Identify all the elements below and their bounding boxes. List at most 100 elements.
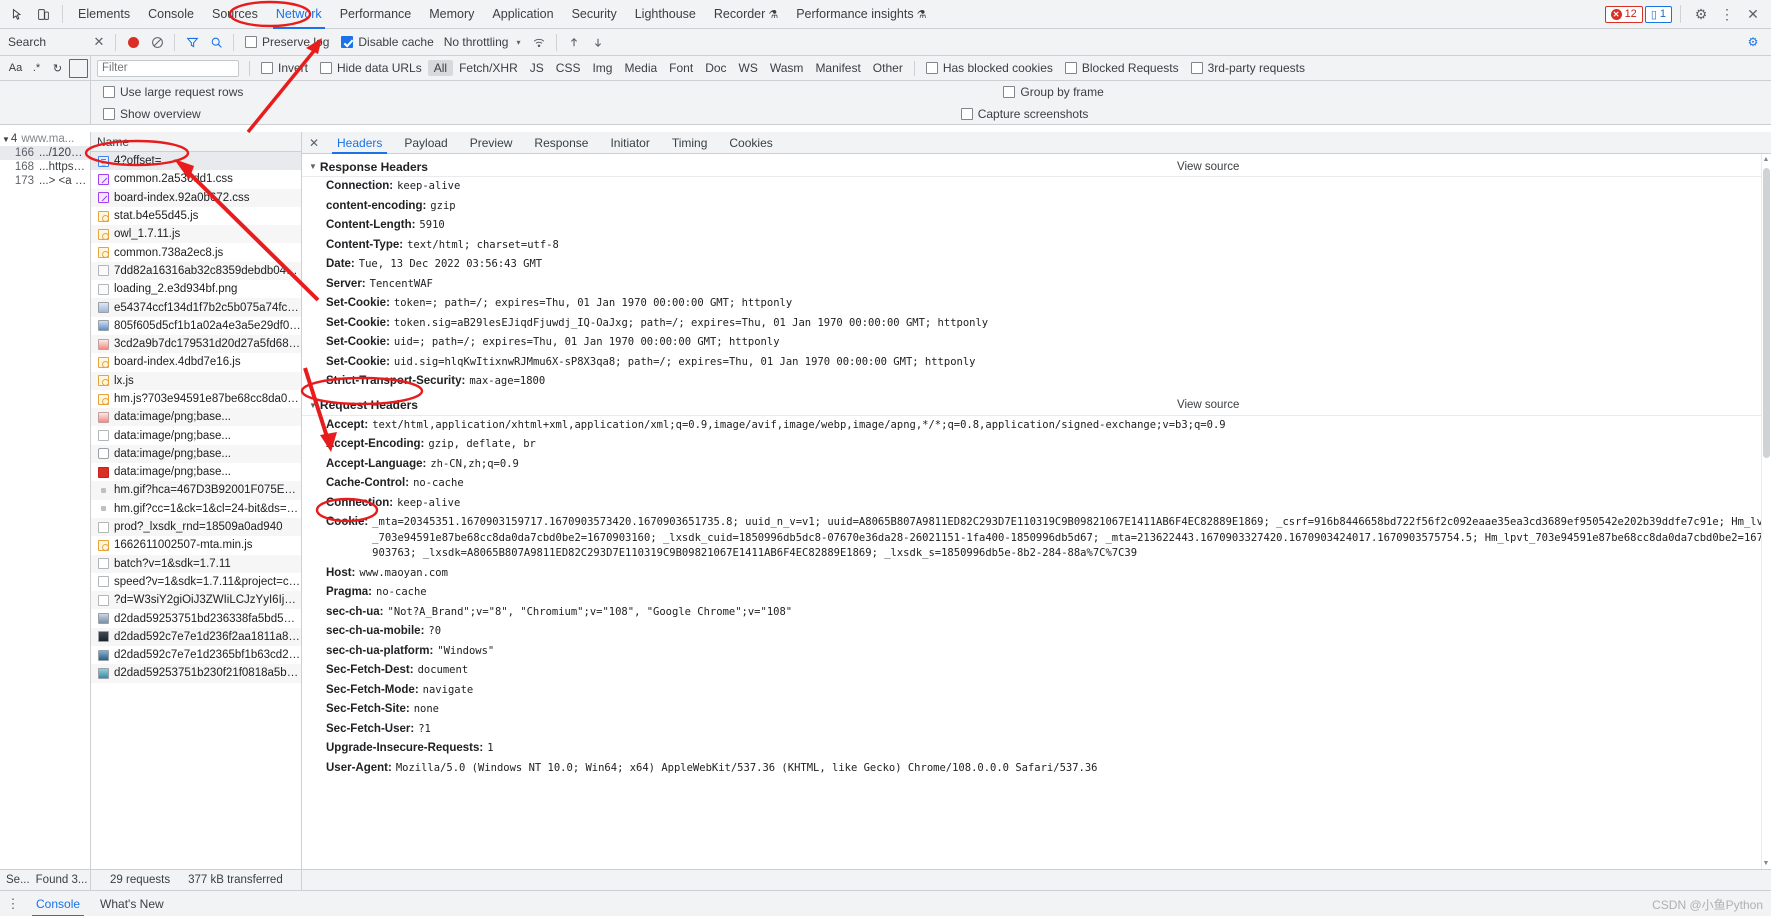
detail-vertical-scrollbar[interactable]: ▲ ▼ (1761, 154, 1771, 869)
filter-type-css[interactable]: CSS (550, 60, 587, 76)
tab-initiator[interactable]: Initiator (599, 132, 660, 154)
request-row[interactable]: d2dad59253751b230f21f0818a5bfd4... (91, 664, 301, 683)
device-toolbar-icon[interactable] (30, 2, 56, 26)
view-source-link-response[interactable]: View source (1177, 161, 1239, 173)
tab-security[interactable]: Security (563, 0, 626, 29)
request-row[interactable]: board-index.92a0b672.css (91, 188, 301, 207)
request-list[interactable]: 4?offset= common.2a536dd1.css board-index.… (91, 152, 301, 869)
drawer-tab-console[interactable]: Console (26, 891, 90, 916)
throttling-select[interactable]: No throttling (440, 35, 513, 49)
request-row[interactable]: d2dad592c7e7e1d236f2aa1811a8a64... (91, 627, 301, 647)
tab-memory[interactable]: Memory (420, 0, 483, 29)
request-row[interactable]: data:image/png;base... (91, 463, 301, 481)
request-headers-section-title[interactable]: ▼ Request Headers View source (302, 396, 1771, 416)
close-detail-icon[interactable]: ✕ (302, 136, 326, 150)
filter-type-wasm[interactable]: Wasm (764, 60, 810, 76)
request-row[interactable]: data:image/png;base... (91, 408, 301, 427)
tab-response[interactable]: Response (523, 132, 599, 154)
request-row[interactable]: hm.gif?cc=1&ck=1&cl=24-bit&ds=1... (91, 500, 301, 518)
close-icon[interactable]: ✕ (1741, 2, 1765, 26)
third-party-requests-checkbox[interactable]: 3rd-party requests (1185, 61, 1311, 75)
request-row[interactable]: hm.js?703e94591e87be68cc8da0da7... (91, 390, 301, 408)
tab-cookies[interactable]: Cookies (718, 132, 783, 154)
search-magnifier-icon[interactable] (204, 30, 228, 54)
request-row[interactable]: board-index.4dbd7e16.js (91, 353, 301, 371)
kebab-menu-icon[interactable]: ⋮ (0, 897, 26, 910)
scroll-down-arrow-icon[interactable]: ▼ (1762, 860, 1770, 867)
search-result-row[interactable]: 173 ...> <a hr... (0, 174, 90, 188)
filter-type-all[interactable]: All (427, 60, 454, 76)
view-source-link-request[interactable]: View source (1177, 399, 1239, 411)
tab-sources[interactable]: Sources (203, 0, 267, 29)
scroll-up-arrow-icon[interactable]: ▲ (1762, 156, 1770, 163)
regex-icon[interactable]: .* (27, 59, 46, 78)
use-large-request-rows-checkbox[interactable]: Use large request rows (97, 85, 249, 99)
request-row[interactable]: loading_2.e3d934bf.png (91, 280, 301, 298)
filter-type-manifest[interactable]: Manifest (809, 60, 866, 76)
request-row[interactable]: 805f605d5cf1b1a02a4e3a5e29df003... (91, 317, 301, 335)
hide-data-urls-checkbox[interactable]: Hide data URLs (314, 61, 428, 75)
search-result-row[interactable]: 166 .../12004... (0, 146, 90, 160)
tab-payload[interactable]: Payload (393, 132, 458, 154)
tab-network[interactable]: Network (267, 0, 331, 29)
request-row[interactable]: 3cd2a9b7dc179531d20d27a5fd686e... (91, 334, 301, 354)
search-result-row[interactable]: 168 ...https:/... (0, 160, 90, 174)
filter-input[interactable] (97, 59, 239, 77)
filter-type-fetch-xhr[interactable]: Fetch/XHR (453, 60, 524, 76)
request-row[interactable]: 4?offset= (91, 152, 301, 171)
tab-lighthouse[interactable]: Lighthouse (626, 0, 705, 29)
network-settings-gear-icon[interactable]: ⚙ (1741, 30, 1765, 54)
response-headers-section-title[interactable]: ▼ Response Headers View source (302, 157, 1771, 177)
tab-performance-insights[interactable]: Performance insights ⚗ (787, 0, 935, 29)
show-overview-checkbox[interactable]: Show overview (97, 107, 207, 121)
request-row[interactable]: d2dad59253751bd236338fa5bd5a27... (91, 609, 301, 627)
request-row[interactable]: d2dad592c7e7e1d2365bf1b63cd259... (91, 646, 301, 664)
filter-type-img[interactable]: Img (586, 60, 618, 76)
preserve-log-checkbox[interactable]: Preserve log (239, 35, 335, 49)
refresh-icon[interactable]: ↻ (48, 59, 67, 78)
import-har-icon[interactable] (562, 30, 586, 54)
request-row[interactable]: 1662611002507-mta.min.js (91, 536, 301, 554)
request-row[interactable]: data:image/png;base... (91, 444, 301, 464)
filter-type-other[interactable]: Other (867, 60, 909, 76)
filter-type-font[interactable]: Font (663, 60, 699, 76)
request-row[interactable]: data:image/png;base... (91, 426, 301, 444)
filter-type-doc[interactable]: Doc (699, 60, 732, 76)
scrollbar-thumb[interactable] (1763, 168, 1770, 458)
request-row[interactable]: prod?_lxsdk_rnd=18509a0ad940 (91, 517, 301, 537)
close-search-icon[interactable]: ✕ (88, 34, 110, 50)
filter-type-js[interactable]: JS (524, 60, 550, 76)
match-case-icon[interactable]: Aa (6, 59, 25, 78)
tab-performance[interactable]: Performance (331, 0, 421, 29)
request-row[interactable]: owl_1.7.11.js (91, 225, 301, 244)
request-list-header-name[interactable]: Name (91, 132, 301, 152)
inspect-element-icon[interactable] (4, 2, 30, 26)
capture-screenshots-checkbox[interactable]: Capture screenshots (955, 107, 1095, 121)
group-by-frame-checkbox[interactable]: Group by frame (997, 85, 1109, 99)
gear-icon[interactable]: ⚙ (1689, 2, 1713, 26)
tab-console[interactable]: Console (139, 0, 203, 29)
tab-recorder[interactable]: Recorder ⚗ (705, 0, 787, 29)
error-count-badge[interactable]: ✕ 12 (1604, 5, 1643, 23)
filter-type-media[interactable]: Media (618, 60, 663, 76)
has-blocked-cookies-checkbox[interactable]: Has blocked cookies (920, 61, 1059, 75)
request-row[interactable]: ?d=W3siY2giOiJ3ZWIiLCJzYyI6IjE5Mj... (91, 591, 301, 610)
request-row[interactable]: common.738a2ec8.js (91, 243, 301, 261)
tab-application[interactable]: Application (483, 0, 562, 29)
request-row[interactable]: lx.js (91, 371, 301, 390)
clear-network-log-icon[interactable] (145, 30, 169, 54)
tab-preview[interactable]: Preview (459, 132, 524, 154)
kebab-menu-icon[interactable]: ⋮ (1715, 2, 1739, 26)
request-row[interactable]: hm.gif?hca=467D3B92001F075E&cc... (91, 481, 301, 500)
request-row[interactable]: stat.b4e55d45.js (91, 207, 301, 225)
request-row[interactable]: batch?v=1&sdk=1.7.11 (91, 554, 301, 573)
request-row[interactable]: 7dd82a16316ab32c8359debdb04396... (91, 261, 301, 281)
network-conditions-icon[interactable] (527, 30, 551, 54)
request-row[interactable]: e54374ccf134d1f7b2c5b075a74fca52... (91, 298, 301, 317)
request-row[interactable]: speed?v=1&sdk=1.7.11&project=co... (91, 573, 301, 591)
chevron-down-icon[interactable]: ▾ (512, 38, 527, 47)
tab-timing[interactable]: Timing (661, 132, 719, 154)
clear-icon[interactable] (69, 58, 88, 78)
drawer-tab-whats-new[interactable]: What's New (90, 891, 174, 916)
record-button-icon[interactable] (121, 30, 145, 54)
